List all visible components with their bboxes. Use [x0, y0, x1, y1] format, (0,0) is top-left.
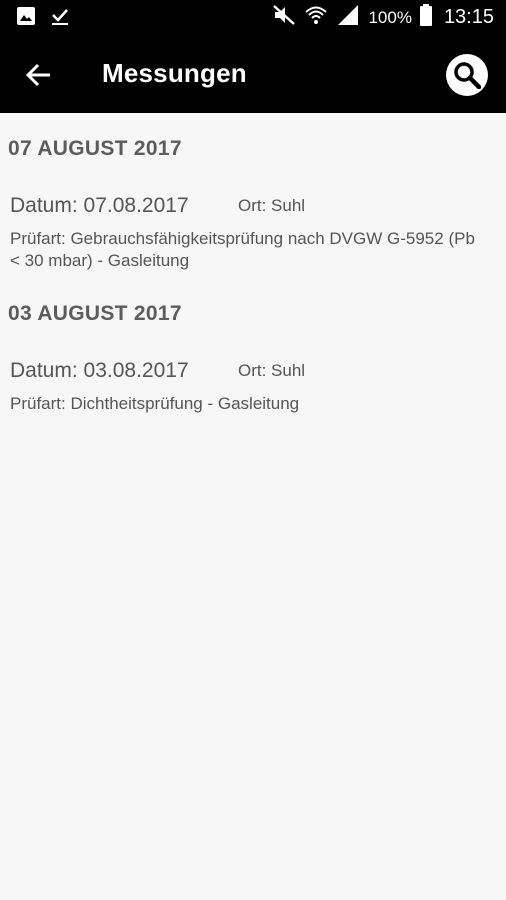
clock-time: 13:15 — [443, 6, 494, 28]
battery-icon — [419, 4, 432, 31]
entry-pruefart: Prüfart: Dichtheitsprüfung - Gasleitung — [10, 394, 300, 413]
search-button[interactable] — [446, 54, 488, 96]
wifi-icon — [304, 4, 328, 31]
signal-icon — [336, 4, 360, 31]
battery-percentage: 100% — [368, 7, 412, 27]
entry-ort: Ort: Suhl — [238, 361, 306, 380]
entry-pruefart: Prüfart: Gebrauchsfähigkeitsprüfung nach… — [10, 229, 475, 270]
entry-ort: Ort: Suhl — [238, 196, 306, 215]
status-bar: 100% 13:15 — [0, 0, 506, 34]
page-title: Messungen — [102, 58, 247, 88]
checkmark-icon — [50, 6, 70, 31]
section-header-date: 03 AUGUST 2017 — [8, 302, 182, 325]
section-header-date: 07 AUGUST 2017 — [8, 137, 182, 160]
mute-icon — [272, 4, 296, 31]
back-button[interactable] — [22, 58, 56, 92]
list-item[interactable]: Datum: 07.08.2017 Ort: Suhl Prüfart: Geb… — [10, 194, 490, 272]
image-icon — [16, 6, 36, 31]
app-bar: Messungen — [0, 34, 506, 113]
list-item[interactable]: Datum: 03.08.2017 Ort: Suhl Prüfart: Dic… — [10, 359, 490, 417]
entry-datum: Datum: 03.08.2017 — [10, 359, 189, 382]
entry-datum: Datum: 07.08.2017 — [10, 194, 189, 217]
arrow-left-icon — [22, 63, 56, 96]
